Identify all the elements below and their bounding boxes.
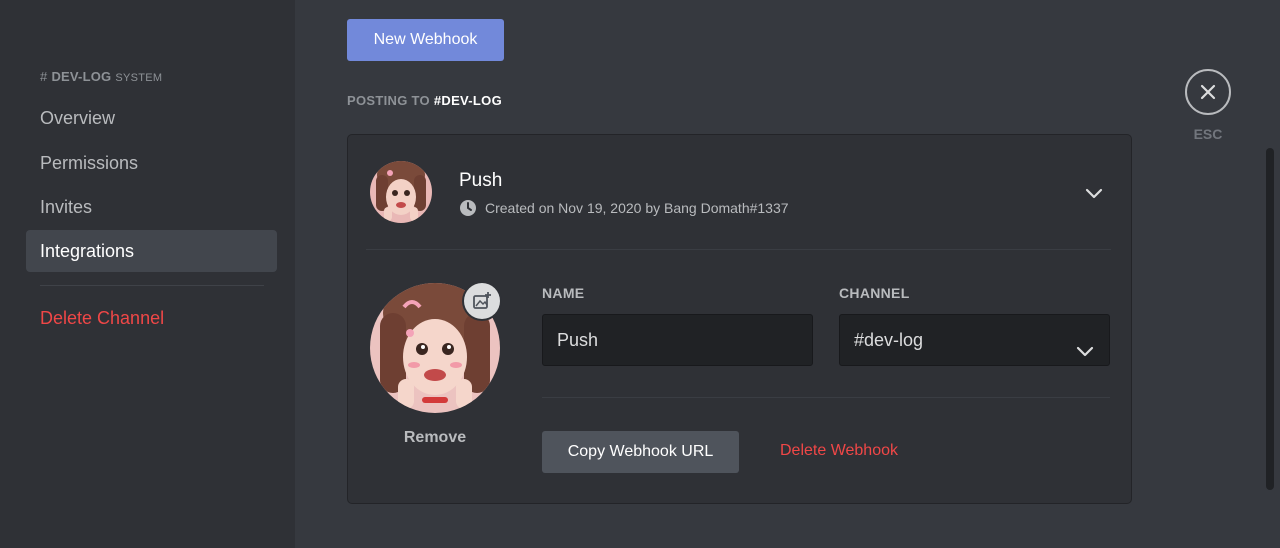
remove-avatar-link[interactable]: Remove (370, 429, 500, 447)
sidebar-header: # DEV-LOG SYSTEM (40, 69, 162, 84)
sidebar-item-invites[interactable]: Invites (26, 186, 277, 228)
sidebar-channel-name: DEV-LOG (51, 69, 112, 84)
webhook-card: Push Created on Nov 19, 2020 by Bang Dom… (347, 134, 1132, 504)
webhook-meta: Created on Nov 19, 2020 by Bang Domath#1… (459, 199, 789, 217)
clock-icon (459, 199, 477, 217)
sidebar-item-integrations[interactable]: Integrations (26, 230, 277, 272)
close-icon[interactable] (1185, 69, 1231, 115)
posting-to-label: POSTING TO #DEV-LOG (347, 93, 502, 108)
webhook-title: Push (459, 170, 503, 191)
sidebar-item-permissions[interactable]: Permissions (26, 142, 277, 184)
sidebar-channel-tag: SYSTEM (115, 72, 163, 84)
sidebar-divider (40, 285, 264, 286)
channel-select[interactable]: #dev-log (839, 314, 1110, 366)
webhook-avatar-small[interactable] (370, 161, 432, 223)
sidebar-item-delete-channel[interactable]: Delete Channel (26, 297, 277, 339)
settings-sidebar: # DEV-LOG SYSTEM Overview Permissions Invi… (0, 0, 295, 548)
delete-webhook-button[interactable]: Delete Webhook (780, 442, 898, 460)
new-webhook-button[interactable]: New Webhook (347, 19, 504, 61)
scrollbar[interactable] (1266, 148, 1274, 490)
add-image-icon[interactable] (464, 283, 500, 319)
webhook-meta-text: Created on Nov 19, 2020 by Bang Domath#1… (485, 200, 789, 216)
channel-select-value: #dev-log (854, 330, 924, 350)
sidebar-item-overview[interactable]: Overview (26, 97, 277, 139)
chevron-down-icon (1075, 330, 1095, 357)
copy-webhook-url-button[interactable]: Copy Webhook URL (542, 431, 739, 473)
name-field-label: NAME (542, 285, 585, 301)
close-settings: ESC (1185, 69, 1231, 142)
esc-label: ESC (1193, 126, 1223, 142)
chevron-down-icon[interactable] (1084, 183, 1104, 203)
posting-prefix: POSTING TO (347, 93, 430, 108)
webhook-name-input[interactable] (542, 314, 813, 366)
hash-icon: # (40, 69, 48, 84)
channel-field-label: CHANNEL (839, 285, 910, 301)
form-divider (542, 397, 1110, 398)
integrations-panel: New Webhook POSTING TO #DEV-LOG Push Cre… (295, 0, 1280, 548)
card-divider (366, 249, 1111, 250)
posting-channel: #DEV-LOG (433, 93, 502, 108)
